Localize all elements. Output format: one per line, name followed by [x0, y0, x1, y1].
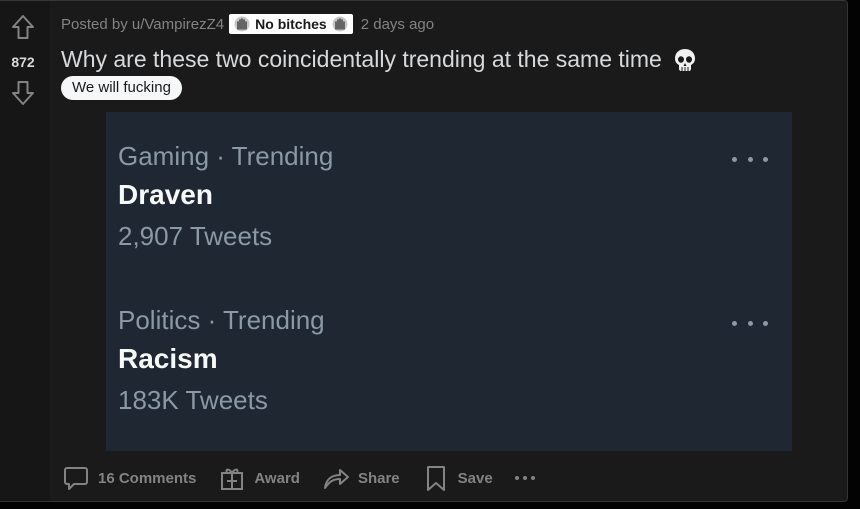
- trend-context: Politics · Trending: [118, 305, 325, 335]
- dot-icon: [522, 476, 527, 480]
- share-label: Share: [357, 469, 400, 487]
- post-actions-bar: 16 Comments Award Share Save: [56, 459, 541, 497]
- award-label: Award: [254, 469, 300, 487]
- downvote-arrow-icon: [12, 81, 34, 105]
- trend-context: Gaming · Trending: [118, 141, 334, 171]
- trend-tweet-count: 2,907 Tweets: [118, 221, 273, 251]
- upvote-arrow-icon: [12, 15, 34, 39]
- comment-bubble-icon: [64, 467, 88, 490]
- vote-score: 872: [11, 54, 35, 70]
- upvote-button[interactable]: [9, 13, 37, 41]
- award-button[interactable]: Award: [212, 459, 306, 497]
- more-options-button[interactable]: [509, 459, 541, 497]
- vote-column: 872: [0, 1, 50, 501]
- post-image[interactable]: Gaming · Trending Draven 2,907 Tweets Po…: [106, 112, 792, 451]
- comments-button[interactable]: 16 Comments: [56, 459, 202, 497]
- save-button[interactable]: Save: [416, 459, 499, 497]
- dot-icon: [514, 476, 519, 480]
- skull-icon: [674, 48, 695, 71]
- skeleton-hands-icon: [234, 16, 250, 32]
- posted-by-link[interactable]: Posted by u/VampirezZ4: [61, 16, 224, 33]
- trend-name: Draven: [118, 179, 213, 210]
- user-flair-label: No bitches: [255, 16, 327, 32]
- post-title-text: Why are these two coincidentally trendin…: [61, 46, 662, 72]
- gift-icon: [221, 468, 244, 490]
- dot-icon: [530, 476, 535, 480]
- trend-item: Gaming · Trending Draven 2,907 Tweets: [118, 141, 768, 251]
- share-arrow-icon: [323, 469, 349, 489]
- post-meta: Posted by u/VampirezZ4 No bitches 2 days…: [61, 14, 434, 34]
- skeleton-hands-icon: [332, 16, 348, 32]
- share-button[interactable]: Share: [316, 459, 406, 497]
- trend-tweet-count: 183K Tweets: [118, 385, 268, 415]
- post-card: 872 Posted by u/VampirezZ4 No bitches 2 …: [0, 0, 848, 502]
- more-options-icon: [732, 153, 768, 165]
- save-label: Save: [457, 469, 493, 487]
- post-flair[interactable]: We will fucking: [61, 76, 182, 100]
- user-flair: No bitches: [229, 14, 353, 34]
- post-time[interactable]: 2 days ago: [361, 16, 434, 33]
- bookmark-icon: [426, 466, 445, 491]
- trend-name: Racism: [118, 343, 218, 374]
- trend-item: Politics · Trending Racism 183K Tweets: [118, 305, 768, 415]
- comments-label: 16 Comments: [98, 469, 197, 487]
- post-title[interactable]: Why are these two coincidentally trendin…: [61, 46, 698, 73]
- more-options-icon: [732, 317, 768, 329]
- downvote-button[interactable]: [9, 79, 37, 107]
